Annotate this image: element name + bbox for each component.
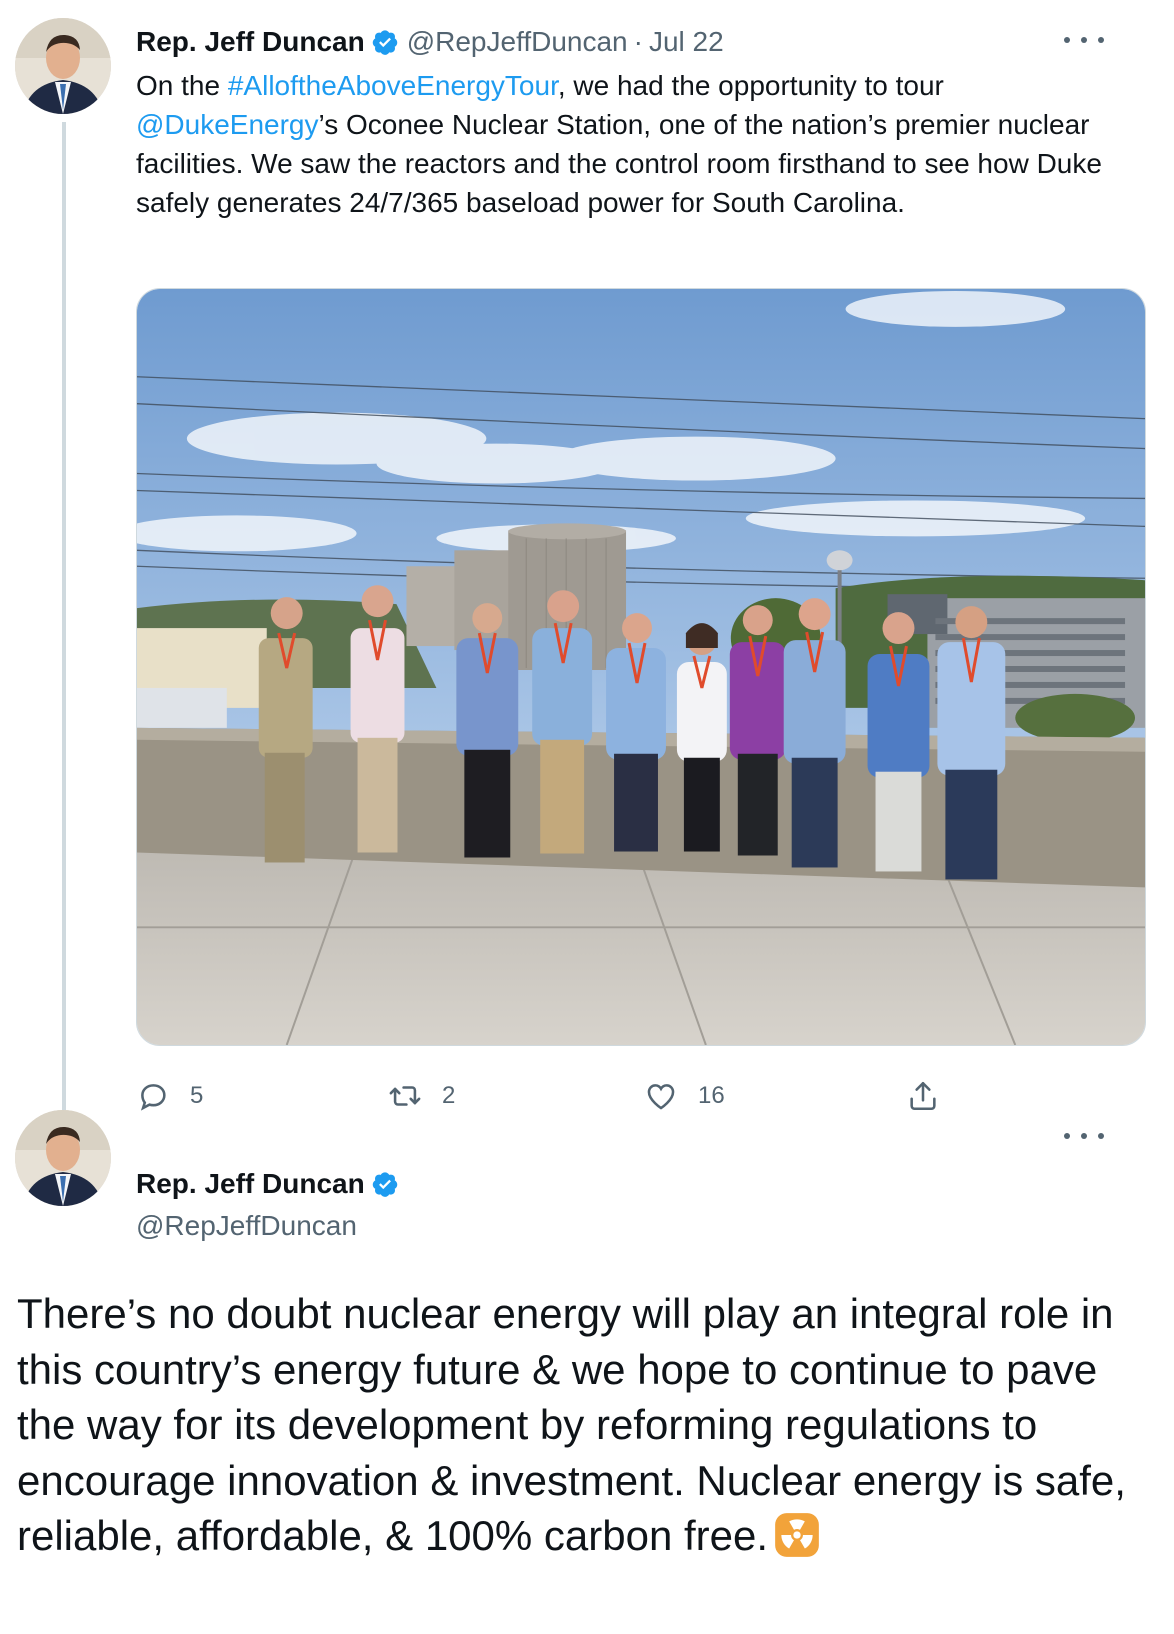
like-count: 16	[698, 1082, 725, 1109]
reply-icon	[140, 1084, 166, 1111]
tweet2-body: There’s no doubt nuclear energy will pla…	[17, 1290, 1126, 1559]
reply-count: 5	[190, 1082, 204, 1109]
like-button[interactable]: 16	[644, 1074, 725, 1118]
more-options-icon[interactable]	[1064, 30, 1104, 50]
radioactive-emoji	[775, 1513, 819, 1557]
author-avatar[interactable]	[15, 18, 111, 114]
tweet-media-photo[interactable]	[136, 288, 1146, 1046]
author-handle[interactable]: @RepJeffDuncan	[136, 1206, 357, 1246]
reply-button[interactable]: 5	[136, 1074, 203, 1118]
mention-link[interactable]: @DukeEnergy	[136, 109, 319, 140]
text-middle: , we had the opportunity to tour	[557, 70, 944, 101]
retweet-button[interactable]: 2	[388, 1074, 455, 1118]
author-name[interactable]: Rep. Jeff Duncan	[136, 1168, 365, 1200]
share-button[interactable]	[906, 1074, 960, 1118]
tweet-actions: 5 2 16	[136, 1074, 1146, 1118]
hashtag-link[interactable]: #AlloftheAboveEnergyTour	[228, 70, 558, 101]
author-name[interactable]: Rep. Jeff Duncan	[136, 26, 365, 58]
tweet2-text: There’s no doubt nuclear energy will pla…	[17, 1286, 1157, 1564]
retweet-count: 2	[442, 1082, 456, 1109]
share-icon	[910, 1081, 936, 1111]
separator-dot: ·	[633, 26, 643, 57]
tweet-text: On the #AlloftheAboveEnergyTour, we had …	[136, 66, 1106, 222]
verified-badge-icon	[372, 30, 397, 55]
tweet-header: Rep. Jeff Duncan @RepJeffDuncan · Jul 22	[136, 22, 724, 62]
author-avatar[interactable]	[15, 1110, 111, 1206]
tweet-date[interactable]: Jul 22	[649, 26, 724, 58]
tweet2-header: Rep. Jeff Duncan	[136, 1164, 407, 1204]
thread-line	[62, 122, 66, 1122]
more-options-icon[interactable]	[1064, 1126, 1104, 1146]
text-prefix: On the	[136, 70, 228, 101]
verified-badge-icon	[372, 1172, 397, 1197]
author-handle[interactable]: @RepJeffDuncan	[407, 26, 628, 58]
heart-icon	[647, 1084, 675, 1110]
retweet-icon	[389, 1086, 421, 1106]
